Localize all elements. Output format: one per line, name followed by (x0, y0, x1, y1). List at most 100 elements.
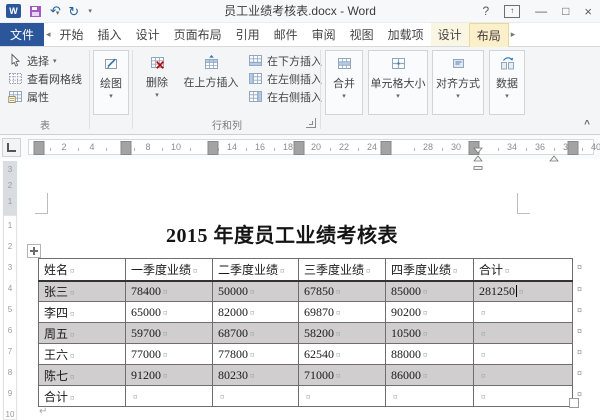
draw-table-button[interactable]: 绘图 ▾ (93, 50, 129, 115)
end-of-cell-mark: ¤ (133, 392, 138, 402)
table-cell[interactable]: 281250¤ (474, 281, 573, 302)
header-cell[interactable]: 一季度业绩¤ (126, 259, 213, 281)
table-group-label: 表 (4, 117, 86, 132)
header-cell[interactable]: 合计¤ (474, 259, 573, 281)
contextual-tab-1[interactable]: 布局 (469, 23, 509, 47)
ribbon-button-insert-left[interactable]: 在左侧插入 (244, 70, 322, 87)
main-tab-8[interactable]: 加载项 (381, 23, 431, 46)
tab-file[interactable]: 文件 (0, 23, 44, 46)
table-cell[interactable]: 71000¤ (299, 365, 386, 386)
end-of-cell-mark: ¤ (250, 287, 255, 297)
table-cell[interactable]: 50000¤ (213, 281, 299, 302)
table-cell[interactable]: ¤ (474, 344, 573, 365)
right-indent-marker[interactable] (549, 149, 559, 167)
table-cell[interactable]: 李四¤ (39, 302, 126, 323)
table-cell[interactable]: 82000¤ (213, 302, 299, 323)
help-button[interactable]: ? (482, 5, 489, 17)
ribbon-button-insert-below[interactable]: 在下方插入 (244, 52, 322, 69)
ribbon-button-view-gridlines[interactable]: 查看网格线 (4, 70, 82, 87)
table-cell[interactable]: 59700¤ (126, 323, 213, 344)
ribbon-button-select-cursor[interactable]: 选择▾ (4, 52, 57, 69)
table-resize-handle[interactable] (569, 398, 579, 408)
table-cell[interactable]: 88000¤ (386, 344, 474, 365)
header-cell[interactable]: 三季度业绩¤ (299, 259, 386, 281)
table-cell[interactable]: ¤ (299, 386, 386, 407)
table-cell[interactable]: 77800¤ (213, 344, 299, 365)
main-tab-1[interactable]: 插入 (91, 23, 129, 46)
table-column-marker[interactable] (121, 141, 132, 155)
end-of-cell-mark: ¤ (481, 308, 486, 318)
tab-scroll-right-icon[interactable]: ▸ (509, 23, 518, 46)
ribbon-button-insert-above[interactable]: 在上方插入 (180, 50, 242, 115)
table-cell[interactable]: 58200¤ (299, 323, 386, 344)
end-of-cell-mark: ¤ (250, 371, 255, 381)
main-tab-4[interactable]: 引用 (229, 23, 267, 46)
hanging-indent-marker[interactable] (473, 149, 483, 170)
table-cell[interactable]: 张三¤ (39, 281, 126, 302)
table-cell[interactable]: 王六¤ (39, 344, 126, 365)
table-column-marker[interactable] (208, 141, 219, 155)
table-cell[interactable]: 67850¤ (299, 281, 386, 302)
tab-scroll-left-icon[interactable]: ◂ (44, 23, 53, 46)
ribbon-button-table-data[interactable]: 数据▾ (489, 50, 525, 115)
table-cell[interactable]: ¤ (474, 386, 573, 407)
horizontal-ruler[interactable]: 24810141618202224283034363840 (28, 139, 594, 155)
header-cell[interactable]: 姓名¤ (39, 259, 126, 281)
maximize-button[interactable]: □ (562, 5, 569, 17)
table-column-marker[interactable] (34, 141, 45, 155)
main-tab-3[interactable]: 页面布局 (167, 23, 229, 46)
collapse-ribbon-icon[interactable]: ^ (584, 119, 590, 130)
header-cell[interactable]: 四季度业绩¤ (386, 259, 474, 281)
main-tab-7[interactable]: 视图 (343, 23, 381, 46)
table-cell[interactable]: 合计¤ (39, 386, 126, 407)
ruler-number: 1 (2, 197, 18, 206)
table-cell[interactable]: 68700¤ (213, 323, 299, 344)
table-cell[interactable]: 65000¤ (126, 302, 213, 323)
main-tab-2[interactable]: 设计 (129, 23, 167, 46)
table-cell[interactable]: 85000¤ (386, 281, 474, 302)
table-cell[interactable]: 陈七¤ (39, 365, 126, 386)
minimize-button[interactable]: — (535, 5, 547, 17)
table-cell[interactable]: ¤ (213, 386, 299, 407)
table-cell[interactable]: ¤ (386, 386, 474, 407)
table-cell[interactable]: 90200¤ (386, 302, 474, 323)
table-cell[interactable]: ¤ (126, 386, 213, 407)
header-cell-text: 二季度业绩 (218, 263, 278, 277)
cell-text: 陈七 (44, 369, 68, 383)
main-tab-6[interactable]: 审阅 (305, 23, 343, 46)
table-cell[interactable]: 91200¤ (126, 365, 213, 386)
table-cell[interactable]: 86000¤ (386, 365, 474, 386)
table-cell[interactable]: 62540¤ (299, 344, 386, 365)
table-cell[interactable]: ¤ (474, 323, 573, 344)
table-cell[interactable]: 80230¤ (213, 365, 299, 386)
header-cell[interactable]: 二季度业绩¤ (213, 259, 299, 281)
ribbon-button-merge-cells[interactable]: 合并▾ (325, 50, 363, 115)
table-column-marker[interactable] (568, 141, 579, 155)
ribbon-button-cell-size[interactable]: 单元格大小▾ (368, 50, 428, 115)
table-cell[interactable]: ¤ (474, 302, 573, 323)
ribbon-display-options-button[interactable]: ↑ (504, 5, 520, 18)
contextual-tab-0[interactable]: 设计 (431, 23, 469, 46)
table-move-handle[interactable] (27, 244, 41, 258)
tab-stop-selector[interactable] (2, 138, 21, 157)
end-of-cell-mark: ¤ (336, 371, 341, 381)
main-tab-0[interactable]: 开始 (53, 23, 91, 46)
ribbon-button-table-properties[interactable]: 属性 (4, 88, 49, 105)
main-tab-5[interactable]: 邮件 (267, 23, 305, 46)
end-of-cell-mark: ¤ (250, 329, 255, 339)
close-button[interactable]: × (584, 5, 592, 18)
table-cell[interactable]: ¤ (474, 365, 573, 386)
ribbon-button-insert-right[interactable]: 在右侧插入 (244, 88, 322, 105)
rows-columns-dialog-launcher[interactable] (306, 118, 316, 128)
table-cell[interactable]: 69870¤ (299, 302, 386, 323)
vertical-ruler[interactable]: 32112345678910 (2, 161, 18, 420)
table-cell[interactable]: 10500¤ (386, 323, 474, 344)
table-cell[interactable]: 周五¤ (39, 323, 126, 344)
table-cell[interactable]: 77000¤ (126, 344, 213, 365)
table-column-marker[interactable] (381, 141, 392, 155)
ribbon-button-delete-table[interactable]: 删除▾ (136, 50, 178, 115)
chevron-down-icon: ▾ (456, 93, 460, 100)
table-cell[interactable]: 78400¤ (126, 281, 213, 302)
table-column-marker[interactable] (294, 141, 305, 155)
ribbon-button-alignment[interactable]: 对齐方式▾ (432, 50, 484, 115)
